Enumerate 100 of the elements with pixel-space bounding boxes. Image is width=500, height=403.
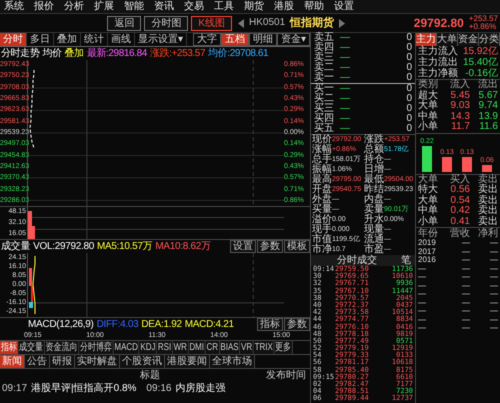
menu-item[interactable]: 交易 xyxy=(184,0,204,13)
news-tab[interactable]: 全球市场 xyxy=(210,355,255,368)
chart-tab[interactable]: 显示设置▾ xyxy=(135,33,188,46)
indicator-tab[interactable]: BIAS xyxy=(220,341,240,354)
chart-legend-text: 均价:29708.61 xyxy=(208,47,268,60)
news-tab[interactable]: 港股要闻 xyxy=(165,355,210,368)
menu-item[interactable]: 资讯 xyxy=(154,0,174,13)
stat-label: 持仓 xyxy=(364,155,384,165)
news-tab[interactable]: 研报 xyxy=(50,355,75,368)
column-header: 买入 xyxy=(449,174,470,185)
chart-option-button[interactable]: 模板 xyxy=(284,240,310,253)
menu-item[interactable]: 系统 xyxy=(4,0,24,13)
indicator-tab[interactable]: TRIX xyxy=(254,341,274,354)
column-header: 发布时间 xyxy=(266,369,306,382)
indicator-tab[interactable]: DMI xyxy=(188,341,206,354)
stat-label: 溢价 xyxy=(312,215,332,225)
menu-item[interactable]: 扩展 xyxy=(94,0,114,13)
order-level-label: 卖五 xyxy=(314,33,335,43)
flow-tab[interactable]: 资金 xyxy=(458,33,479,46)
table-cell-text: — xyxy=(461,324,470,332)
table-cell-text: 卖出 xyxy=(477,185,498,195)
indicator-tab[interactable]: 指标 xyxy=(0,341,18,354)
news-tab[interactable]: 个股资讯 xyxy=(120,355,165,368)
flow-value: 15.40亿 xyxy=(462,57,498,68)
table-cell-text: 卖出 xyxy=(477,206,498,216)
menu-item[interactable]: 设置 xyxy=(334,0,354,13)
menu-item[interactable]: 报价 xyxy=(34,0,54,13)
menu-item[interactable]: 智能 xyxy=(124,0,144,13)
menu-item[interactable]: 港股 xyxy=(274,0,294,13)
panel-tab[interactable]: 大字 xyxy=(192,33,221,46)
news-headline[interactable]: 港股早评|恒指高开0.8% xyxy=(31,382,136,395)
column-header: 大单 xyxy=(418,174,439,184)
volume-bars-drawing xyxy=(28,211,35,239)
column-header: 年份 xyxy=(418,228,439,239)
indicator-tab[interactable]: 更多 xyxy=(274,341,293,354)
menu-item[interactable]: 分析 xyxy=(64,0,84,13)
chart-tab[interactable]: 多日 xyxy=(27,33,54,46)
chart-option-button[interactable]: 指标 xyxy=(257,318,283,331)
indicator-tab[interactable]: 分时博弈 xyxy=(79,341,114,354)
table-cell-text: — xyxy=(418,298,427,307)
chart-tab[interactable]: 叠加 xyxy=(54,33,81,46)
table-cell-text: 中单 xyxy=(418,206,439,216)
chart-tab[interactable]: 画线 xyxy=(108,33,135,46)
indicator-tab[interactable]: RSI xyxy=(157,341,173,354)
table-cell-text: 0.54 xyxy=(450,196,470,206)
menu-item[interactable]: 工具 xyxy=(214,0,234,13)
panel-tab[interactable]: 明细 xyxy=(248,33,277,46)
news-tab[interactable]: 公告 xyxy=(25,355,50,368)
news-headline[interactable]: 内房股走强 xyxy=(175,382,226,395)
panel-tab[interactable]: 五档 xyxy=(220,33,249,46)
flow-tab[interactable]: 分类 xyxy=(479,33,500,46)
order-volume: 0 xyxy=(405,53,412,63)
indicator-tab[interactable]: WR xyxy=(172,341,189,354)
indicator-tab[interactable]: MACD xyxy=(114,341,140,354)
menu-item[interactable]: 帮助 xyxy=(304,0,324,13)
table-cell-text: — xyxy=(489,307,498,316)
flow-tab[interactable]: 主力 xyxy=(416,33,437,46)
volume-legend-text: 成交量 xyxy=(1,240,30,253)
indicator-tab[interactable]: CR xyxy=(206,341,220,354)
indicator-tab[interactable]: 成交量 xyxy=(18,341,45,354)
chart-tab[interactable]: 分时 xyxy=(0,33,27,46)
chart-tab[interactable]: 统计 xyxy=(81,33,108,46)
chart-option-button[interactable]: 设置 xyxy=(230,240,256,253)
order-price: — xyxy=(340,84,351,94)
view-button[interactable]: K线图 xyxy=(191,16,232,30)
next-arrow-icon[interactable] xyxy=(339,18,346,28)
stat-label: 现量 xyxy=(364,225,384,235)
news-tab[interactable]: 新闻 xyxy=(0,355,25,368)
order-level-label: 买四 xyxy=(314,114,335,124)
menu-item[interactable]: 期货 xyxy=(244,0,264,13)
chart-option-button[interactable]: 参数 xyxy=(257,240,283,253)
indicator-tab[interactable]: VR xyxy=(240,341,254,354)
table-cell-text: — xyxy=(489,264,498,273)
table-cell-text: 小单 xyxy=(418,216,439,227)
indicator-tab[interactable]: 资金流向 xyxy=(44,341,80,354)
flow-value: -0.16亿 xyxy=(465,68,498,79)
order-volume: 0 xyxy=(405,94,412,104)
stock-code: HK0501 xyxy=(249,17,286,29)
indicator-tab[interactable]: KDJ xyxy=(140,341,158,354)
stat-label: 市值 xyxy=(312,235,332,245)
view-button[interactable]: 返回 xyxy=(107,16,142,30)
flow-tab[interactable]: 大单 xyxy=(437,33,458,46)
order-level-label: 买二 xyxy=(314,94,335,104)
flow-bar xyxy=(462,156,472,172)
table-cell-text: 0.41 xyxy=(450,216,470,227)
table-cell-text: 中单 xyxy=(418,112,439,122)
view-button[interactable]: 分时图 xyxy=(144,16,188,30)
chart-option-button[interactable]: 参数 xyxy=(284,318,310,331)
column-header: 卖出 xyxy=(477,174,498,184)
table-cell-text: 0.56 xyxy=(450,185,470,196)
table-cell-text: — xyxy=(461,290,470,298)
column-header: 标题 xyxy=(140,369,160,382)
table-cell-text: — xyxy=(418,290,427,298)
flow-value: 15.92亿 xyxy=(462,46,498,57)
news-tab[interactable]: 实时解盘 xyxy=(75,355,120,368)
table-cell-text: — xyxy=(418,316,427,324)
previous-arrow-icon[interactable] xyxy=(238,18,244,28)
stat-label: 升水 xyxy=(364,215,384,225)
panel-tab[interactable]: 资金▾ xyxy=(276,33,310,46)
table-cell-text: — xyxy=(461,282,470,290)
